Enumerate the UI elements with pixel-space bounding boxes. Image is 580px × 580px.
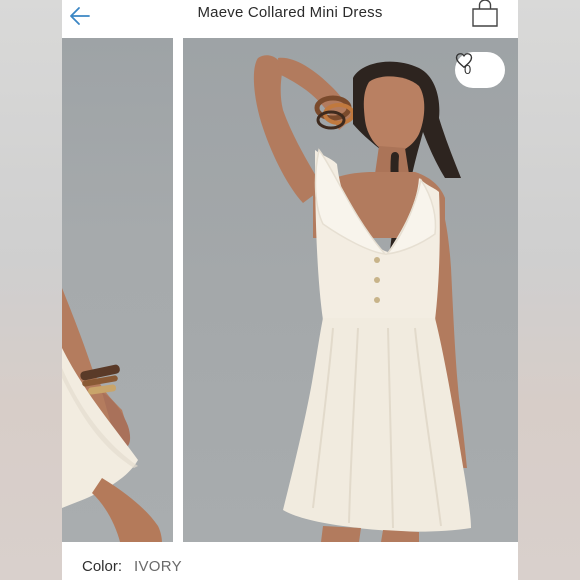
page-title: Maeve Collared Mini Dress: [197, 4, 383, 21]
heart-outline-icon: [455, 53, 473, 68]
product-photo-model: [253, 55, 471, 542]
product-image-main[interactable]: 0: [183, 38, 518, 542]
product-image-gallery[interactable]: 0: [62, 38, 518, 542]
shopping-bag-button[interactable]: [470, 0, 500, 28]
background-right: [518, 0, 580, 580]
color-value: IVORY: [134, 558, 182, 575]
product-photo-side-view: [62, 288, 162, 542]
favorite-button[interactable]: 0: [455, 52, 505, 88]
product-image-previous[interactable]: [62, 38, 173, 542]
top-bar: Maeve Collared Mini Dress: [62, 0, 518, 38]
color-selection: Color: IVORY: [62, 542, 518, 580]
background-left: [0, 0, 62, 580]
shopping-bag-icon: [472, 0, 498, 27]
color-label: Color:: [82, 558, 123, 575]
product-screen: Maeve Collared Mini Dress 0 Color: IVORY: [62, 0, 518, 580]
